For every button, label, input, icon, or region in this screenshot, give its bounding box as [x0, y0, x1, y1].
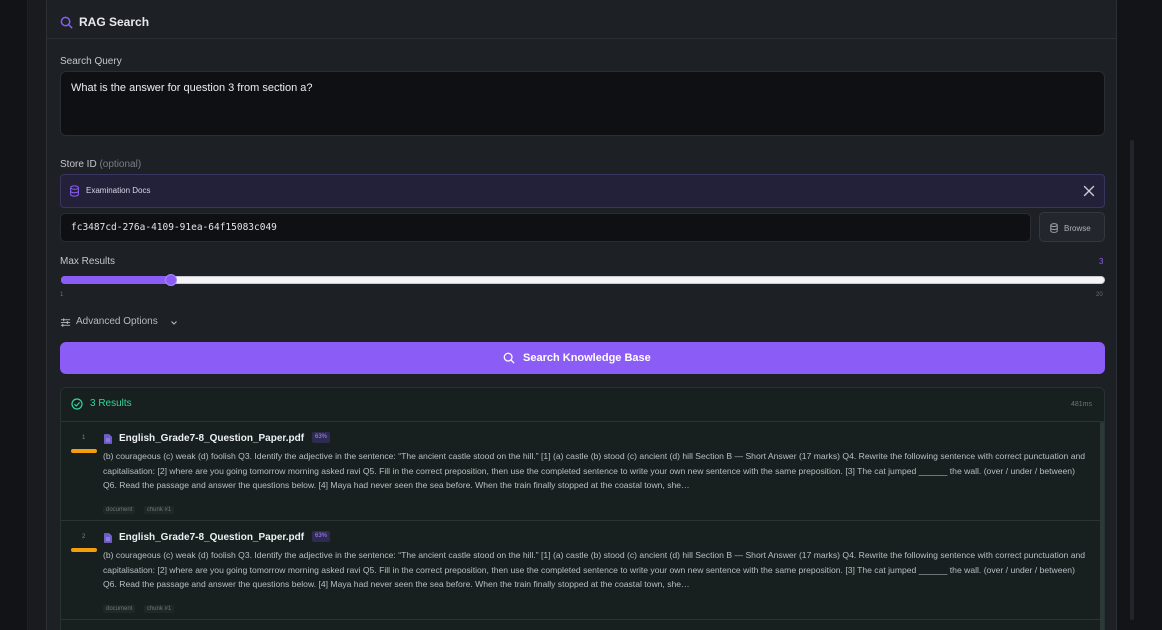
store-id-label-text: Store ID [60, 159, 97, 170]
slider-min-label: 1 [60, 292, 64, 298]
max-results-slider[interactable] [61, 276, 1105, 284]
result-item[interactable]: 2 English_Grade7-8_Question_Paper.pdf 63… [61, 521, 1100, 620]
selected-store-name: Examination Docs [86, 186, 151, 195]
search-query-value: What is the answer for question 3 from s… [71, 82, 313, 94]
browse-label: Browse [1064, 224, 1091, 233]
results-count: 3 Results [90, 398, 132, 409]
query-label: Search Query [60, 56, 122, 67]
relevance-score-badge: 63% [312, 531, 331, 542]
app-gutter [28, 0, 46, 630]
result-rank: 2 [82, 534, 86, 540]
max-results-label: Max Results [60, 256, 116, 267]
optional-hint: (optional) [99, 159, 142, 170]
app-sidebar-edge [0, 0, 28, 630]
panel-header: RAG Search [47, 0, 1116, 39]
search-icon [60, 16, 73, 29]
store-id-input[interactable]: fc3487cd-276a-4109-91ea-64f15083c049 [60, 213, 1031, 242]
app-right-gutter [1117, 0, 1162, 630]
tag-chunk: chunk #1 [143, 605, 175, 613]
database-icon [70, 185, 79, 197]
tag-type: document [103, 506, 136, 514]
slider-thumb[interactable] [164, 274, 177, 286]
database-icon [1050, 223, 1058, 233]
relevance-score-badge: 63% [312, 432, 331, 443]
search-knowledge-base-button[interactable]: Search Knowledge Base [60, 342, 1105, 374]
advanced-options-label: Advanced Options [76, 316, 158, 327]
results-time: 481ms [1071, 401, 1093, 408]
tag-chunk: chunk #1 [143, 506, 175, 514]
tag-type: document [103, 605, 136, 613]
relevance-bar [71, 449, 97, 453]
results-header: 3 Results 481ms [61, 388, 1104, 422]
result-item[interactable]: 1 English_Grade7-8_Question_Paper.pdf 63… [61, 422, 1100, 521]
max-results-value: 3 [1099, 257, 1104, 266]
file-icon [104, 533, 112, 543]
store-id-label: Store ID (optional) [60, 159, 141, 170]
result-tags: document chunk #1 [103, 597, 178, 615]
result-snippet: (b) courageous (c) weak (d) foolish Q3. … [103, 550, 1086, 589]
result-tags: document chunk #1 [103, 498, 178, 516]
search-icon [503, 352, 515, 364]
result-rank: 1 [82, 435, 86, 441]
sliders-icon [60, 318, 71, 327]
search-query-input[interactable]: What is the answer for question 3 from s… [60, 71, 1105, 136]
slider-fill [61, 276, 171, 284]
result-snippet: (b) courageous (c) weak (d) foolish Q3. … [103, 451, 1086, 490]
selected-store-chip[interactable]: Examination Docs [60, 174, 1105, 208]
panel-title: RAG Search [79, 15, 150, 29]
relevance-bar [71, 548, 97, 552]
results-scrollbar[interactable] [1100, 422, 1104, 630]
rag-search-panel: RAG Search Search Query What is the answ… [46, 0, 1117, 630]
slider-max-label: 20 [1096, 292, 1103, 298]
browse-button[interactable]: Browse [1039, 212, 1105, 242]
result-filename: English_Grade7-8_Question_Paper.pdf [119, 433, 305, 444]
results-panel: 3 Results 481ms 1 English_Grade7-8_Quest… [60, 387, 1105, 630]
chevron-down-icon [171, 321, 177, 325]
result-filename: English_Grade7-8_Question_Paper.pdf [119, 532, 305, 543]
search-button-label: Search Knowledge Base [523, 352, 651, 364]
check-circle-icon [71, 398, 83, 410]
file-icon [104, 434, 112, 444]
close-icon[interactable] [1081, 183, 1097, 199]
page-scrollbar[interactable] [1130, 140, 1134, 620]
store-id-value: fc3487cd-276a-4109-91ea-64f15083c049 [71, 222, 277, 233]
